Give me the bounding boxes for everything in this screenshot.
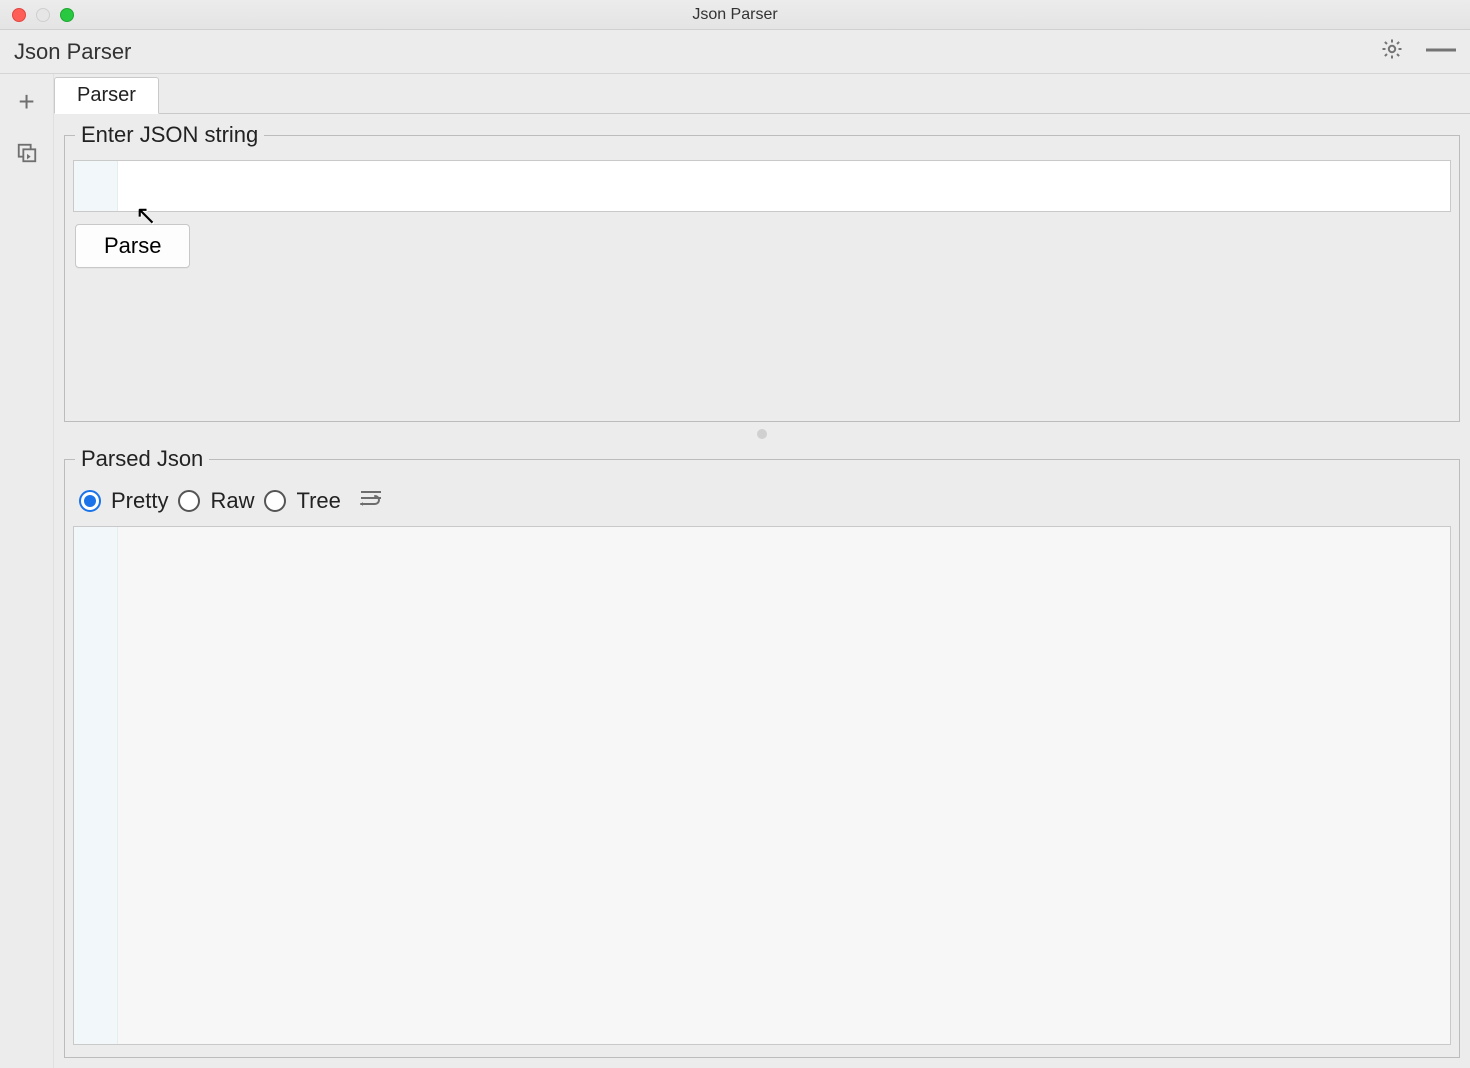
radio-raw-label: Raw	[210, 488, 254, 514]
json-input-container	[73, 160, 1451, 212]
parse-button[interactable]: Parse	[75, 224, 190, 268]
content-area: Parser Enter JSON string Parse Parsed	[54, 74, 1470, 1068]
plus-icon[interactable]: +	[18, 88, 34, 116]
input-line-gutter	[74, 161, 118, 211]
json-output[interactable]	[118, 527, 1450, 1044]
radio-pretty[interactable]	[79, 490, 101, 512]
open-in-editor-icon[interactable]	[16, 142, 38, 169]
input-group: Enter JSON string Parse	[64, 122, 1460, 422]
output-group: Parsed Json Pretty Raw Tree	[64, 446, 1460, 1058]
radio-tree[interactable]	[264, 490, 286, 512]
radio-raw[interactable]	[178, 490, 200, 512]
window-title: Json Parser	[0, 6, 1470, 24]
output-line-gutter	[74, 527, 118, 1044]
json-output-container	[73, 526, 1451, 1045]
gear-icon[interactable]	[1380, 37, 1404, 66]
splitter-grip-icon	[757, 429, 767, 439]
vertical-splitter[interactable]	[64, 428, 1460, 440]
panel-title: Json Parser	[14, 39, 131, 65]
output-group-legend: Parsed Json	[75, 446, 209, 472]
wrap-lines-icon[interactable]	[359, 488, 383, 514]
json-input[interactable]	[118, 161, 1450, 211]
sidebar: +	[0, 74, 54, 1068]
radio-pretty-label: Pretty	[111, 488, 168, 514]
tab-strip: Parser	[54, 74, 1470, 114]
panel-toolbar: Json Parser —	[0, 30, 1470, 74]
radio-tree-label: Tree	[296, 488, 340, 514]
view-mode-row: Pretty Raw Tree	[71, 482, 1453, 526]
input-group-legend: Enter JSON string	[75, 122, 264, 148]
window-titlebar: Json Parser	[0, 0, 1470, 30]
tab-parser[interactable]: Parser	[54, 77, 159, 114]
